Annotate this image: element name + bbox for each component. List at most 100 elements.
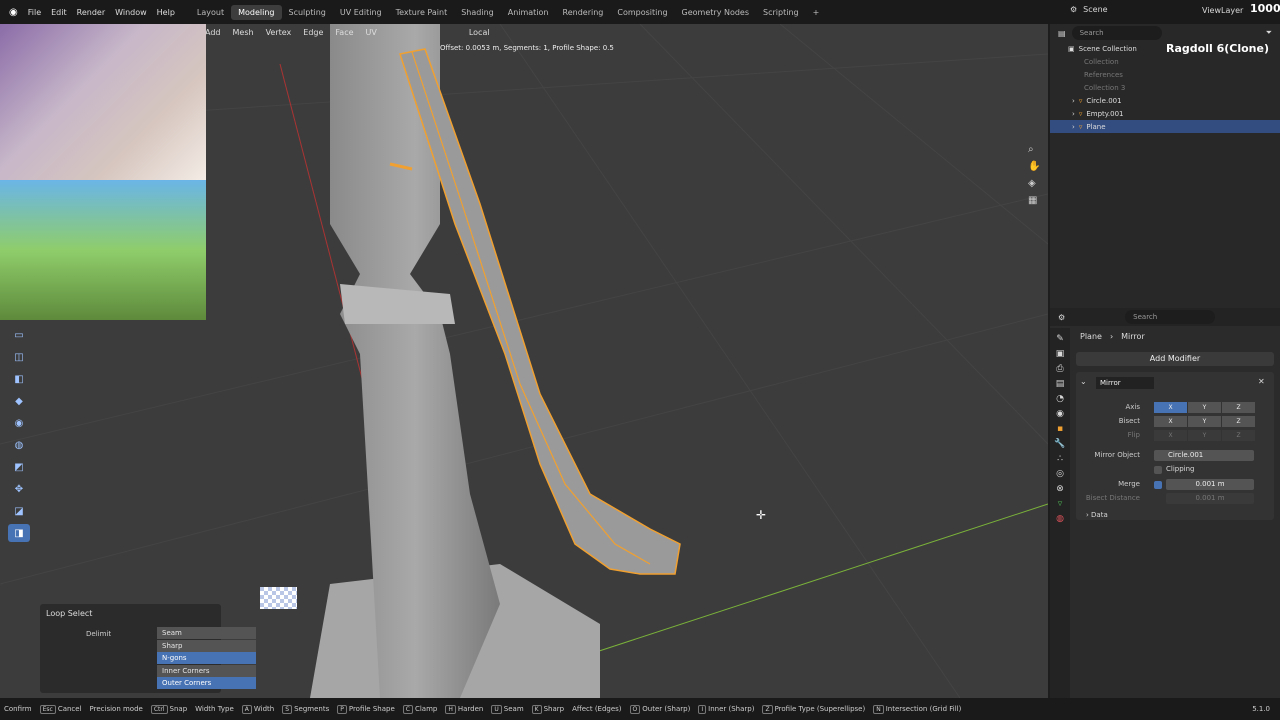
tab-animation[interactable]: Animation [501, 5, 556, 20]
data-tab-icon[interactable]: ▿ [1058, 499, 1063, 509]
transform-orientation-dropdown[interactable]: Local [469, 28, 490, 37]
tool-tab-icon[interactable]: ✎ [1056, 334, 1064, 344]
bisect-z-toggle[interactable]: Z [1222, 416, 1255, 427]
crosshair-cursor-icon: ✛ [756, 508, 767, 522]
object-icon: ▿ [1078, 109, 1083, 118]
scale-tool-icon[interactable]: ◉ [8, 414, 30, 432]
menu-file[interactable]: File [23, 8, 46, 17]
menu-edge[interactable]: Edge [303, 28, 323, 37]
output-tab-icon[interactable]: ⎙ [1056, 364, 1063, 374]
transform-tool-icon[interactable]: ✥ [8, 480, 30, 498]
menu-add[interactable]: Add [205, 28, 221, 37]
extrude-tool-icon[interactable]: ◩ [8, 458, 30, 476]
menu-vertex[interactable]: Vertex [266, 28, 292, 37]
menu-render[interactable]: Render [72, 8, 110, 17]
cursor-tool-icon[interactable]: ◫ [8, 348, 30, 366]
chevron-right-icon[interactable]: › [1072, 97, 1075, 105]
tab-texture-paint[interactable]: Texture Paint [389, 5, 455, 20]
tab-geometry-nodes[interactable]: Geometry Nodes [675, 5, 756, 20]
view-layer-tab-icon[interactable]: ▤ [1056, 379, 1065, 389]
tool-shelf: ▭ ◫ ◧ ◆ ◉ ◍ ◩ ✥ ◪ ◨ [8, 326, 30, 542]
view-layer-name[interactable]: ViewLayer [1202, 6, 1243, 15]
menu-help[interactable]: Help [152, 8, 180, 17]
outliner-search[interactable]: Search [1071, 26, 1162, 40]
material-tab-icon[interactable]: ◍ [1056, 514, 1064, 524]
clipping-checkbox[interactable] [1154, 466, 1162, 474]
view-layer-selector[interactable]: ViewLayer [1202, 6, 1243, 15]
outliner-row-collection-3[interactable]: Collection 3 [1050, 81, 1280, 94]
merge-checkbox[interactable] [1154, 481, 1162, 489]
blender-logo-icon[interactable]: ◉ [4, 7, 23, 18]
breadcrumb: Plane › Mirror [1080, 332, 1145, 341]
outliner-row-references[interactable]: References [1050, 68, 1280, 81]
delimit-sharp[interactable]: Sharp [157, 639, 256, 652]
tab-sculpting[interactable]: Sculpting [282, 5, 333, 20]
modifier-tab-icon[interactable]: 🔧 [1054, 439, 1065, 449]
bevel-tool-icon[interactable]: ◪ [8, 502, 30, 520]
select-tool-icon[interactable]: ▭ [8, 326, 30, 344]
delimit-ngons[interactable]: N-gons [157, 652, 256, 664]
sphere-tool-icon[interactable]: ◍ [8, 436, 30, 454]
status-key: H [445, 704, 456, 714]
menu-uv[interactable]: UV [366, 28, 377, 37]
add-modifier-button[interactable]: Add Modifier [1076, 352, 1274, 366]
properties-search[interactable]: Search [1125, 310, 1216, 324]
camera-icon[interactable]: ◈ [1028, 178, 1040, 189]
tab-modeling[interactable]: Modeling [231, 4, 282, 20]
delimit-seam[interactable]: Seam [157, 627, 256, 639]
close-icon[interactable]: ✕ [1258, 377, 1265, 386]
menu-mesh[interactable]: Mesh [233, 28, 254, 37]
pan-hand-icon[interactable]: ✋ [1028, 161, 1040, 172]
modifier-name-field[interactable]: Mirror [1096, 377, 1154, 389]
tab-uv-editing[interactable]: UV Editing [333, 5, 389, 20]
axis-z-toggle[interactable]: Z [1222, 402, 1255, 413]
menu-window[interactable]: Window [110, 8, 152, 17]
object-tab-icon[interactable]: ▪ [1057, 424, 1063, 434]
status-label: Seam [503, 704, 524, 713]
tab-layout[interactable]: Layout [190, 5, 231, 20]
axis-x-toggle[interactable]: X [1154, 402, 1187, 413]
status-label: Segments [294, 704, 330, 713]
menu-face[interactable]: Face [335, 28, 353, 37]
filter-icon[interactable]: ⏷ [1266, 28, 1272, 38]
world-tab-icon[interactable]: ◉ [1056, 409, 1064, 419]
bisect-x-toggle[interactable]: X [1154, 416, 1187, 427]
outliner-row-collection[interactable]: Collection [1050, 55, 1280, 68]
loop-select-title[interactable]: Loop Select [40, 604, 221, 623]
axis-y-toggle[interactable]: Y [1188, 402, 1221, 413]
menu-edit[interactable]: Edit [46, 8, 72, 17]
zoom-icon[interactable]: ⌕ [1028, 144, 1040, 155]
bisect-y-toggle[interactable]: Y [1188, 416, 1221, 427]
loop-cut-tool-icon[interactable]: ◨ [8, 524, 30, 542]
render-tab-icon[interactable]: ▣ [1056, 349, 1065, 359]
collection-icon: ▣ [1068, 44, 1075, 53]
tab-shading[interactable]: Shading [454, 5, 501, 20]
mirror-object-field[interactable]: Circle.001 [1154, 450, 1254, 461]
grid-icon[interactable]: ▦ [1028, 195, 1040, 206]
data-subpanel[interactable]: › Data [1086, 511, 1108, 519]
add-workspace-icon[interactable]: + [806, 5, 827, 20]
move-tool-icon[interactable]: ◧ [8, 370, 30, 388]
tab-compositing[interactable]: Compositing [610, 5, 674, 20]
merge-distance-field[interactable]: 0.001 m [1166, 479, 1254, 490]
rotate-tool-icon[interactable]: ◆ [8, 392, 30, 410]
delimit-inner-corners[interactable]: Inner Corners [157, 664, 256, 677]
outliner-row-plane[interactable]: › ▿ Plane [1050, 120, 1280, 133]
constraints-tab-icon[interactable]: ⊗ [1056, 484, 1064, 494]
physics-tab-icon[interactable]: ◎ [1056, 469, 1064, 479]
chevron-right-icon[interactable]: › [1072, 110, 1075, 118]
particles-tab-icon[interactable]: ∴ [1057, 454, 1063, 464]
editor-type-icon[interactable]: ⚙ [1058, 313, 1065, 322]
chevron-right-icon[interactable]: › [1072, 123, 1075, 131]
outliner-row-circle[interactable]: › ▿ Circle.001 [1050, 94, 1280, 107]
delimit-outer-corners[interactable]: Outer Corners [157, 677, 256, 689]
status-hint: Confirm [4, 705, 32, 713]
tab-rendering[interactable]: Rendering [556, 5, 611, 20]
editor-type-icon[interactable]: ▤ [1058, 29, 1066, 38]
scene-tab-icon[interactable]: ◔ [1056, 394, 1064, 404]
collapse-chevron-icon[interactable]: ⌄ [1080, 377, 1087, 386]
tab-scripting[interactable]: Scripting [756, 5, 806, 20]
scene-name[interactable]: Scene [1083, 5, 1107, 14]
outliner-row-empty[interactable]: › ▿ Empty.001 [1050, 107, 1280, 120]
status-hint: C Clamp [402, 704, 437, 714]
